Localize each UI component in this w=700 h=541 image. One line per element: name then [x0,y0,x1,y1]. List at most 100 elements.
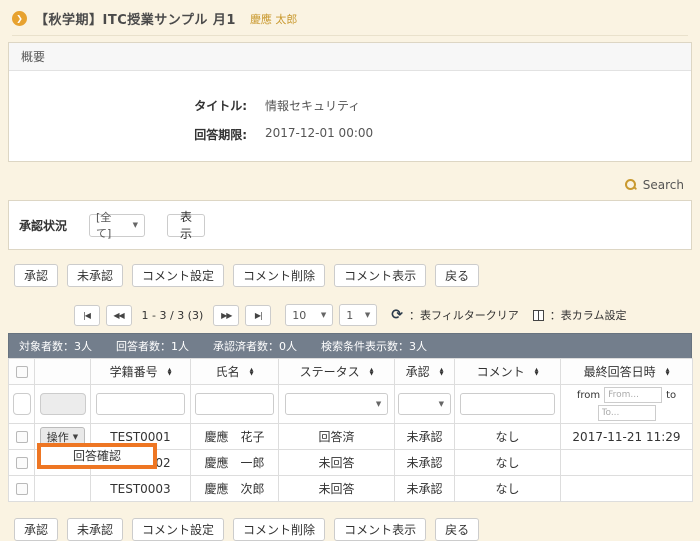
row-checkbox[interactable] [16,483,28,495]
comment-show-button[interactable]: コメント表示 [334,264,426,287]
page-number-value: 1 [346,309,353,322]
name-header-label: 氏名 [216,363,240,380]
operations-cell [35,476,91,502]
student-id-filter-input[interactable] [96,393,185,415]
stat-approved: 承認済者数：0人 [213,338,297,354]
stat-respondents: 回答者数：1人 [116,338,189,354]
answer-confirm-menu-item[interactable]: 回答確認 [41,447,153,465]
user-link[interactable]: 慶應 太郎 [250,11,298,27]
status-filter-select[interactable]: ▼ [285,393,389,415]
next-page-button[interactable]: ▶▶ [213,305,239,326]
comment-header-label: コメント [477,363,525,380]
title-label: タイトル: [9,97,247,114]
title-field: タイトル: 情報セキュリティ [9,97,691,114]
row-checkbox[interactable] [16,457,28,469]
student-id-header-label: 学籍番号 [110,363,158,380]
deadline-value: 2017-12-01 00:00 [265,126,373,143]
annotation-highlight-box: 回答確認 [37,443,157,469]
last-page-button[interactable]: ▶| [245,305,271,326]
approve-button[interactable]: 承認 [14,264,58,287]
approval-header-label: 承認 [406,363,430,380]
status-cell: 回答済 [279,424,395,450]
comment-show-button[interactable]: コメント表示 [334,518,426,541]
search-label[interactable]: Search [643,178,684,192]
approval-status-label: 承認状況 [19,217,89,234]
chevron-down-icon: ▼ [133,221,138,229]
date-to-input[interactable] [598,405,656,421]
approval-cell: 未承認 [395,450,455,476]
sort-icon[interactable]: ▲▼ [168,368,172,376]
name-column-header[interactable]: 氏名 ▲▼ [191,359,279,385]
last-answer-column-header[interactable]: 最終回答日時 ▲▼ [561,359,693,385]
back-button[interactable]: 戻る [435,264,479,287]
last-answer-cell [561,450,693,476]
comment-column-header[interactable]: コメント ▲▼ [455,359,561,385]
status-header-label: ステータス [300,363,360,380]
last-answer-cell: 2017-11-21 11:29 [561,424,693,450]
deadline-label: 回答期限: [9,126,247,143]
show-button[interactable]: 表示 [167,214,205,237]
breadcrumb: ❯ 【秋学期】ITC授業サンプル 月1 慶應 太郎 [12,9,688,36]
comment-set-button[interactable]: コメント設定 [132,264,224,287]
operations-column-header [35,359,91,385]
approve-button[interactable]: 承認 [14,518,58,541]
to-label: to [666,390,676,401]
comment-delete-button[interactable]: コメント削除 [233,264,325,287]
name-cell: 慶應 一郎 [191,450,279,476]
sort-icon[interactable]: ▲▼ [666,368,670,376]
name-filter-input[interactable] [195,393,273,415]
chevron-right-icon: ❯ [12,11,27,26]
comment-set-button[interactable]: コメント設定 [132,518,224,541]
status-cell: 未回答 [279,476,395,502]
date-from-input[interactable] [604,387,662,403]
results-table: 学籍番号 ▲▼ 氏名 ▲▼ ステータス ▲▼ 承認 ▲▼ [8,358,693,502]
approval-filter-select[interactable]: ▼ [398,393,451,415]
status-column-header[interactable]: ステータス ▲▼ [279,359,395,385]
page-range: 1 - 3 / 3 (3) [142,309,204,322]
sort-icon[interactable]: ▲▼ [440,368,444,376]
stat-targets: 対象者数：3人 [19,338,92,354]
chevron-down-icon: ▼ [321,311,326,319]
approval-status-selected: [全て] [96,209,125,241]
from-label: from [577,390,600,401]
unapprove-button[interactable]: 未承認 [67,518,123,541]
chevron-down-icon: ▼ [73,433,78,441]
prev-page-button[interactable]: ◀◀ [106,305,132,326]
page-title: 【秋学期】ITC授業サンプル 月1 [35,9,236,28]
comment-cell: なし [455,424,561,450]
overview-panel-title: 概要 [9,43,691,71]
sort-icon[interactable]: ▲▼ [370,368,374,376]
column-settings-icon[interactable] [533,310,544,321]
first-page-button[interactable]: |◀ [74,305,100,326]
student-id-cell: TEST0003 [91,476,191,502]
student-id-column-header[interactable]: 学籍番号 ▲▼ [91,359,191,385]
approval-column-header[interactable]: 承認 ▲▼ [395,359,455,385]
approval-cell: 未承認 [395,424,455,450]
column-settings-label[interactable]: ：表カラム設定 [550,307,627,323]
approval-status-select[interactable]: [全て] ▼ [89,214,145,237]
page-size-select[interactable]: 10 ▼ [285,304,333,326]
date-range-filter: from to [561,385,693,424]
page-number-select[interactable]: 1 ▼ [339,304,377,326]
chevron-down-icon: ▼ [439,400,444,408]
comment-filter-input[interactable] [460,393,555,415]
row-checkbox[interactable] [16,431,28,443]
filter-clear-icon[interactable]: ⟳ [391,307,403,323]
sort-icon[interactable]: ▲▼ [535,368,539,376]
stats-bar: 対象者数：3人 回答者数：1人 承認済者数：0人 検索条件表示数：3人 [8,333,692,358]
comment-delete-button[interactable]: コメント削除 [233,518,325,541]
page: ❯ 【秋学期】ITC授業サンプル 月1 慶應 太郎 概要 タイトル: 情報セキュ… [0,9,700,541]
back-button[interactable]: 戻る [435,518,479,541]
top-actions: 承認 未承認 コメント設定 コメント削除 コメント表示 戻る [8,264,692,287]
chevron-down-icon: ▼ [376,400,381,408]
select-all-checkbox[interactable] [16,366,28,378]
page-size-value: 10 [292,309,306,322]
filter-clear-label[interactable]: ：表フィルタークリア [409,307,519,323]
name-cell: 慶應 次郎 [191,476,279,502]
search-toggle[interactable]: Search [8,176,684,194]
operations-filter-placeholder [40,393,86,415]
unapprove-button[interactable]: 未承認 [67,264,123,287]
sort-icon[interactable]: ▲▼ [250,368,254,376]
checkbox-filter-placeholder [13,393,31,415]
last-answer-cell [561,476,693,502]
